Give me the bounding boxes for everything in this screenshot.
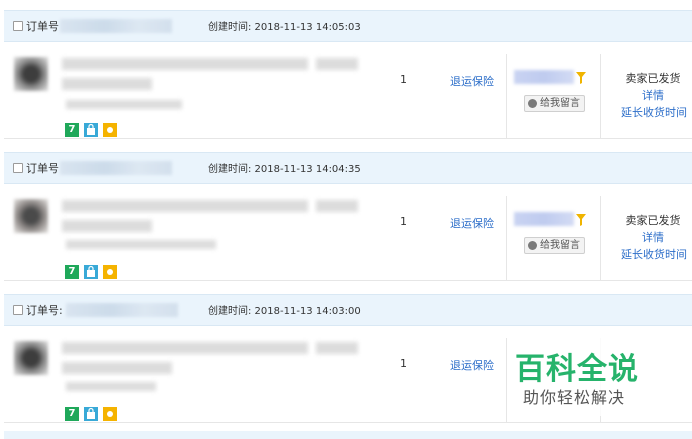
order-checkbox[interactable] xyxy=(13,163,23,173)
order-number-redacted xyxy=(66,303,178,317)
next-order-header xyxy=(4,431,692,439)
product-spec-redacted xyxy=(66,240,216,249)
product-title-redacted xyxy=(62,220,152,232)
watermark-title: 百科全说 xyxy=(515,352,639,387)
sun-icon xyxy=(103,123,117,137)
seven-day-return-badge: 7 xyxy=(65,123,79,137)
extend-receipt-link[interactable]: 延长收货时间 xyxy=(614,246,692,262)
return-insurance-link[interactable]: 退运保险 xyxy=(450,73,494,89)
product-thumbnail[interactable] xyxy=(14,57,48,91)
order-number-label: 订单号 xyxy=(26,162,59,175)
detail-link[interactable]: 详情 xyxy=(618,87,688,103)
column-divider xyxy=(506,54,507,138)
column-divider xyxy=(506,338,507,422)
created-time: 创建时间: 2018-11-13 14:05:03 xyxy=(208,22,361,33)
order-number-label: 订单号 xyxy=(26,20,59,33)
leave-message-label: 给我留言 xyxy=(540,98,580,109)
product-title-redacted xyxy=(62,78,152,90)
product-thumbnail[interactable] xyxy=(14,341,48,375)
leave-message-button[interactable]: 给我留言 xyxy=(524,237,585,254)
product-spec-redacted xyxy=(66,382,156,391)
order-number-label: 订单号: xyxy=(26,304,63,317)
filter-icon[interactable] xyxy=(576,72,586,84)
column-divider xyxy=(600,196,601,280)
shopping-bag-icon xyxy=(84,265,98,279)
column-divider xyxy=(506,196,507,280)
detail-link[interactable]: 详情 xyxy=(618,229,688,245)
quantity: 1 xyxy=(400,357,407,370)
product-title-redacted[interactable] xyxy=(62,200,308,212)
column-divider xyxy=(600,54,601,138)
quantity: 1 xyxy=(400,215,407,228)
shopping-bag-icon xyxy=(84,123,98,137)
order-status: 卖家已发货 xyxy=(625,72,681,85)
quantity: 1 xyxy=(400,73,407,86)
price-redacted xyxy=(316,58,358,70)
sun-icon xyxy=(103,265,117,279)
filter-icon[interactable] xyxy=(576,214,586,226)
product-title-redacted xyxy=(62,362,172,374)
return-insurance-link[interactable]: 退运保险 xyxy=(450,357,494,373)
order-number-redacted xyxy=(60,161,172,175)
order-body: 7 1 退运保险 给我留言 卖家已发货 详情 延长收货时间 xyxy=(4,42,692,139)
order-header: 订单号 创建时间: 2018-11-13 14:05:03 xyxy=(4,10,692,42)
extend-receipt-link[interactable]: 延长收货时间 xyxy=(614,104,692,120)
shopping-bag-icon xyxy=(84,407,98,421)
created-time: 创建时间: 2018-11-13 14:04:35 xyxy=(208,164,361,175)
watermark-subtitle: 助你轻松解决 xyxy=(523,388,626,407)
price-redacted xyxy=(316,342,358,354)
leave-message-label: 给我留言 xyxy=(540,240,580,251)
sun-icon xyxy=(103,407,117,421)
watermark: 百科全说 助你轻松解决 xyxy=(510,338,660,416)
order-status: 卖家已发货 xyxy=(625,214,681,227)
message-icon xyxy=(528,241,537,250)
return-insurance-link[interactable]: 退运保险 xyxy=(450,215,494,231)
order-body: 7 1 退运保险 给我留言 卖家已发货 详情 延长收货时间 xyxy=(4,184,692,281)
order-number-redacted xyxy=(60,19,172,33)
order-checkbox[interactable] xyxy=(13,21,23,31)
created-time: 创建时间: 2018-11-13 14:03:00 xyxy=(208,306,361,317)
price-redacted xyxy=(316,200,358,212)
order-header: 订单号 创建时间: 2018-11-13 14:04:35 xyxy=(4,152,692,184)
seller-name-redacted[interactable] xyxy=(514,70,574,84)
product-title-redacted[interactable] xyxy=(62,58,308,70)
seven-day-return-badge: 7 xyxy=(65,265,79,279)
product-title-redacted[interactable] xyxy=(62,342,308,354)
product-spec-redacted xyxy=(66,100,182,109)
leave-message-button[interactable]: 给我留言 xyxy=(524,95,585,112)
order-checkbox[interactable] xyxy=(13,305,23,315)
seller-name-redacted[interactable] xyxy=(514,212,574,226)
order-header: 订单号: 创建时间: 2018-11-13 14:03:00 xyxy=(4,294,692,326)
seven-day-return-badge: 7 xyxy=(65,407,79,421)
product-thumbnail[interactable] xyxy=(14,199,48,233)
message-icon xyxy=(528,99,537,108)
